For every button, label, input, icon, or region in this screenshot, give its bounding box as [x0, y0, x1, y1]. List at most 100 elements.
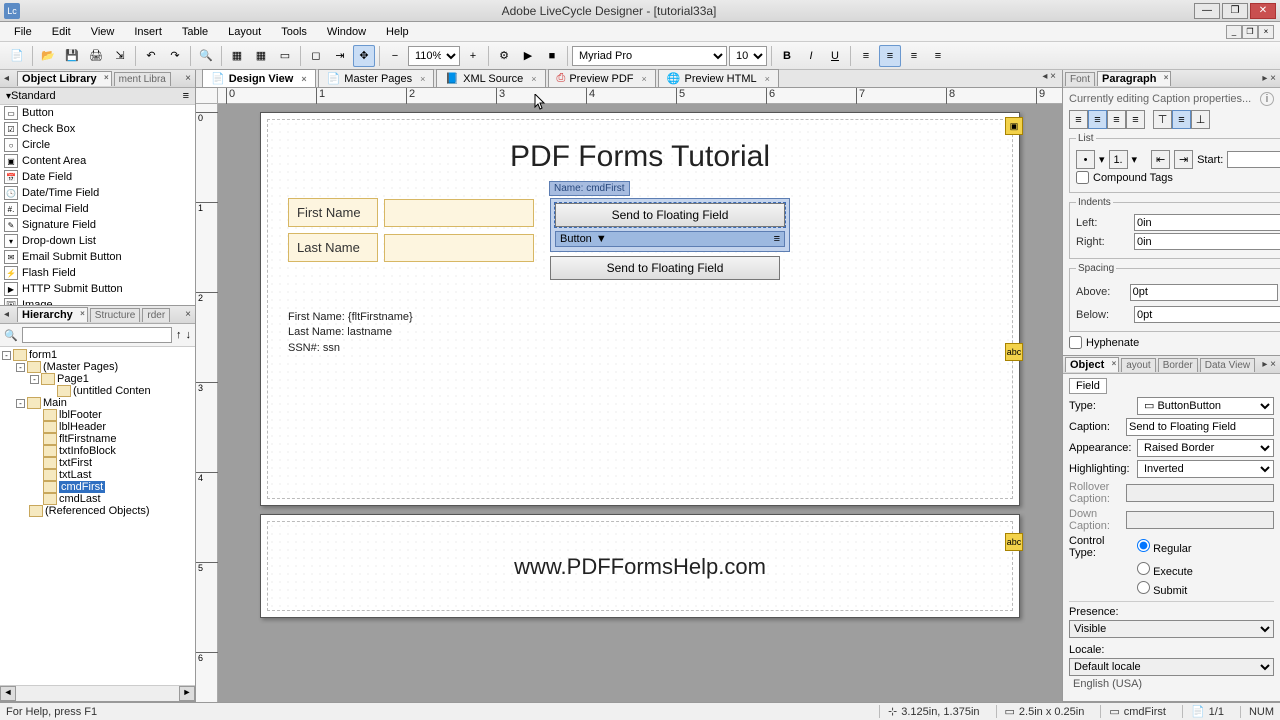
menu-layout[interactable]: Layout — [220, 24, 269, 40]
align-left-icon[interactable]: ≡ — [1069, 110, 1088, 129]
indent-right-input[interactable] — [1134, 233, 1280, 250]
spellcheck-icon[interactable]: abc — [1005, 533, 1023, 551]
new-icon[interactable]: 📄 — [6, 45, 28, 67]
tab-master-pages[interactable]: 📄Master Pages× — [318, 69, 435, 87]
category-header[interactable]: ▾ Standard≡ — [0, 88, 195, 105]
redo-icon[interactable]: ↷ — [164, 45, 186, 67]
tab-font[interactable]: Font — [1065, 72, 1095, 86]
list-item[interactable]: ▶HTTP Submit Button — [0, 281, 195, 297]
hyphenate-checkbox[interactable] — [1069, 336, 1082, 349]
tree-row[interactable]: -Page1 — [2, 373, 193, 385]
mdi-close[interactable]: × — [1258, 25, 1274, 39]
indent-icon[interactable]: ⇥ — [1174, 150, 1193, 169]
tab-fragment-library[interactable]: ment Libra — [114, 72, 171, 86]
list-item[interactable]: 📅Date Field — [0, 169, 195, 185]
menu-file[interactable]: File — [6, 24, 40, 40]
tree-row[interactable]: txtLast — [2, 469, 193, 481]
menu-edit[interactable]: Edit — [44, 24, 79, 40]
tree-row[interactable]: (untitled Conten — [2, 385, 193, 397]
close-button[interactable]: ✕ — [1250, 3, 1276, 19]
valign-bottom-icon[interactable]: ⊥ — [1191, 110, 1210, 129]
mdi-restore[interactable]: ❐ — [1242, 25, 1258, 39]
valign-top-icon[interactable]: ⊤ — [1153, 110, 1172, 129]
list-item[interactable]: ✉Email Submit Button — [0, 249, 195, 265]
hierarchy-search-input[interactable] — [22, 327, 172, 343]
list-item[interactable]: 🖼Image — [0, 297, 195, 305]
align-right-icon[interactable]: ≡ — [903, 45, 925, 67]
object-library-list[interactable]: ▭Button ☑Check Box ○Circle ▣Content Area… — [0, 105, 195, 305]
panel-close-icon[interactable]: ▸ × — [1258, 359, 1280, 370]
tab-design-view[interactable]: 📄Design View× — [202, 69, 316, 87]
tab-object-library[interactable]: Object Library× — [17, 71, 112, 86]
list-item[interactable]: ▭Button — [0, 105, 195, 121]
tree-row[interactable]: txtInfoBlock — [2, 445, 193, 457]
align-justify-icon[interactable]: ≡ — [1126, 110, 1145, 129]
tab-layout[interactable]: ayout — [1121, 358, 1155, 372]
zoom-in-icon[interactable]: + — [462, 45, 484, 67]
save-icon[interactable]: 💾 — [61, 45, 83, 67]
panel-close-icon[interactable]: ▸ × — [1258, 73, 1280, 84]
panel-close-icon[interactable]: × — [181, 73, 195, 84]
center-close-icon[interactable]: ◂ × — [1038, 71, 1060, 82]
caption-input[interactable] — [1126, 418, 1274, 436]
locale-select[interactable]: Default locale — [1069, 658, 1274, 676]
mdi-minimize[interactable]: _ — [1226, 25, 1242, 39]
list-item[interactable]: 🕓Date/Time Field — [0, 185, 195, 201]
compound-tags-checkbox[interactable] — [1076, 171, 1089, 184]
maximize-button[interactable]: ❐ — [1222, 3, 1248, 19]
underline-icon[interactable]: U — [824, 45, 846, 67]
ctrl-execute-radio[interactable] — [1137, 562, 1150, 575]
open-icon[interactable]: 📂 — [37, 45, 59, 67]
find-icon[interactable]: 🔍 — [195, 45, 217, 67]
send-button-1[interactable]: Send to Floating Field — [555, 203, 785, 227]
tab-paragraph[interactable]: Paragraph× — [1097, 71, 1171, 86]
tree-row[interactable]: fltFirstname — [2, 433, 193, 445]
align-center-icon[interactable]: ≡ — [879, 45, 901, 67]
spellcheck-icon[interactable]: abc — [1005, 343, 1023, 361]
spellcheck-icon[interactable]: ▣ — [1005, 117, 1023, 135]
menu-tools[interactable]: Tools — [273, 24, 315, 40]
hierarchy-tree[interactable]: -form1-(Master Pages)-Page1(untitled Con… — [0, 347, 195, 685]
space-below-input[interactable] — [1134, 306, 1280, 323]
list-item[interactable]: ⚡Flash Field — [0, 265, 195, 281]
script-icon[interactable]: ⚙ — [493, 45, 515, 67]
tree-row[interactable]: txtFirst — [2, 457, 193, 469]
first-name-input[interactable] — [384, 199, 534, 227]
list-item[interactable]: ▾Drop-down List — [0, 233, 195, 249]
bullet-icon[interactable]: • — [1076, 150, 1095, 169]
send-button-2[interactable]: Send to Floating Field — [550, 256, 780, 280]
outdent-icon[interactable]: ⇤ — [1151, 150, 1170, 169]
appearance-select[interactable]: Raised Border — [1137, 439, 1274, 457]
list-item[interactable]: ☑Check Box — [0, 121, 195, 137]
tab-order-icon[interactable]: ⇥ — [329, 45, 351, 67]
tab-preview-pdf[interactable]: ⎙Preview PDF× — [548, 69, 656, 87]
menu-insert[interactable]: Insert — [126, 24, 170, 40]
guides-icon[interactable]: ▭ — [274, 45, 296, 67]
snap-icon[interactable]: ▦ — [250, 45, 272, 67]
align-justify-icon[interactable]: ≡ — [927, 45, 949, 67]
align-left-icon[interactable]: ≡ — [855, 45, 877, 67]
tree-row[interactable]: (Referenced Objects) — [2, 505, 193, 517]
list-item[interactable]: ○Circle — [0, 137, 195, 153]
tree-row[interactable]: -form1 — [2, 349, 193, 361]
up-icon[interactable]: ↑ — [176, 329, 182, 341]
tab-xml-source[interactable]: 📘XML Source× — [436, 69, 545, 87]
list-item[interactable]: ▣Content Area — [0, 153, 195, 169]
font-select[interactable]: Myriad Pro — [572, 46, 727, 66]
panel-close-icon[interactable]: × — [181, 309, 195, 320]
last-name-input[interactable] — [384, 234, 534, 262]
align-center-icon[interactable]: ≡ — [1088, 110, 1107, 129]
export-icon[interactable]: ⇲ — [109, 45, 131, 67]
undo-icon[interactable]: ↶ — [140, 45, 162, 67]
action-icon[interactable]: ▶ — [517, 45, 539, 67]
list-item[interactable]: ✎Signature Field — [0, 217, 195, 233]
tree-row[interactable]: lblFooter — [2, 409, 193, 421]
tab-structure[interactable]: Structure — [90, 308, 141, 322]
list-item[interactable]: #.Decimal Field — [0, 201, 195, 217]
valign-middle-icon[interactable]: ≡ — [1172, 110, 1191, 129]
number-icon[interactable]: 1. — [1109, 150, 1128, 169]
fontsize-select[interactable]: 10 — [729, 46, 767, 66]
tree-row[interactable]: cmdLast — [2, 493, 193, 505]
tab-hierarchy[interactable]: Hierarchy× — [17, 307, 88, 322]
highlight-select[interactable]: Inverted — [1137, 460, 1274, 478]
